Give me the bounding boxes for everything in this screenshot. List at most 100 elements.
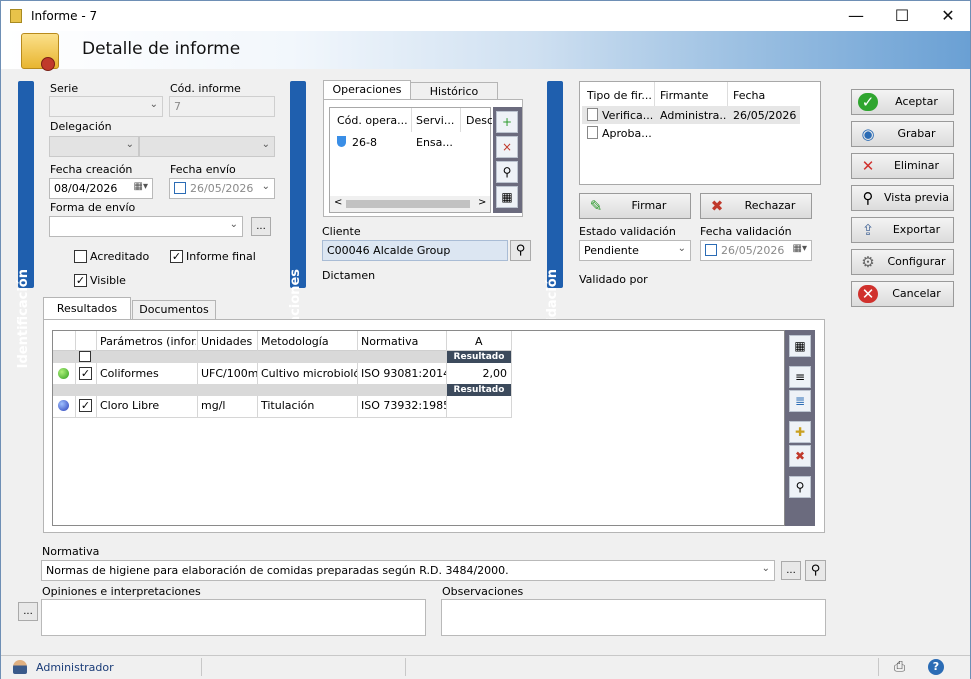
firmar-label: Firmar bbox=[631, 199, 667, 212]
cod-informe-field[interactable]: 7 bbox=[169, 96, 275, 117]
acreditado-checkbox[interactable] bbox=[74, 250, 87, 263]
rechazar-button[interactable]: ✖ Rechazar bbox=[700, 193, 812, 219]
table-cell[interactable]: Verifica... bbox=[602, 109, 654, 122]
tab-operaciones[interactable]: Operaciones bbox=[323, 80, 411, 100]
page-title: Detalle de informe bbox=[82, 39, 241, 59]
observaciones-textarea[interactable] bbox=[441, 599, 826, 636]
scroll-right-icon[interactable]: > bbox=[478, 197, 486, 208]
normativa-select[interactable]: Normas de higiene para elaboración de co… bbox=[41, 560, 775, 581]
column-header[interactable]: Servi... bbox=[416, 114, 460, 127]
row-checkbox[interactable]: ✓ bbox=[79, 399, 92, 412]
opiniones-textarea[interactable] bbox=[41, 599, 426, 636]
table-cell[interactable]: Ensa... bbox=[416, 136, 460, 149]
fecha-envio-checkbox[interactable] bbox=[174, 182, 186, 194]
preview-icon: ⚲ bbox=[862, 189, 874, 207]
cliente-field[interactable]: C00046 Alcalde Group bbox=[322, 240, 508, 261]
fecha-envio-field[interactable]: 26/05/2026 ⌄ bbox=[169, 178, 275, 199]
informe-final-checkbox[interactable]: ✓ bbox=[170, 250, 183, 263]
column-header[interactable]: Fecha bbox=[733, 89, 801, 102]
add-item-icon[interactable]: ✚ bbox=[789, 421, 811, 443]
window-title: Informe - 7 bbox=[31, 9, 98, 23]
seal-icon bbox=[41, 57, 55, 71]
table-cell[interactable]: Aproba... bbox=[602, 127, 652, 140]
delegacion-select-1[interactable]: ⌄ bbox=[49, 136, 139, 157]
visible-checkbox[interactable]: ✓ bbox=[74, 274, 87, 287]
column-header[interactable]: Normativa bbox=[361, 335, 418, 348]
result-value[interactable]: 2,00 bbox=[451, 367, 508, 380]
serie-select[interactable]: ⌄ bbox=[49, 96, 163, 117]
calendar-icon[interactable]: ▦▾ bbox=[793, 243, 807, 254]
configurar-button[interactable]: ⚙ Configurar bbox=[851, 249, 954, 275]
column-header[interactable]: Firmante bbox=[660, 89, 728, 102]
column-header[interactable]: Metodología bbox=[261, 335, 329, 348]
add-document-icon[interactable]: + bbox=[496, 111, 518, 133]
minimize-button[interactable]: — bbox=[833, 1, 879, 31]
column-divider bbox=[96, 331, 97, 417]
scroll-thumb[interactable] bbox=[346, 200, 470, 208]
column-header[interactable]: Cód. opera... bbox=[337, 114, 411, 127]
column-divider bbox=[75, 331, 76, 417]
maximize-button[interactable]: ☐ bbox=[879, 1, 925, 31]
table-cell[interactable]: 26/05/2026 bbox=[733, 109, 796, 122]
aceptar-button[interactable]: ✓ Aceptar bbox=[851, 89, 954, 115]
fecha-validacion-field[interactable]: 26/05/2026 ▦▾ bbox=[700, 240, 812, 261]
column-header[interactable]: Parámetros (infor... bbox=[100, 335, 196, 348]
calendar-icon[interactable]: ▦▾ bbox=[134, 181, 148, 192]
fecha-creacion-field[interactable]: 08/04/2026 ▦▾ bbox=[49, 178, 153, 199]
search-icon[interactable]: ⚲ bbox=[789, 476, 811, 498]
remove-item-icon[interactable]: ✖ bbox=[789, 445, 811, 467]
forma-envio-select[interactable]: ⌄ bbox=[49, 216, 243, 237]
rechazar-label: Rechazar bbox=[744, 199, 796, 212]
table-cell[interactable]: Cultivo microbioló... bbox=[261, 367, 357, 380]
table-cell[interactable]: ISO 93081:2014 bbox=[361, 367, 446, 380]
normativa-more-button[interactable]: ... bbox=[781, 561, 801, 580]
table-cell[interactable]: Administra... bbox=[660, 109, 726, 122]
table-cell[interactable]: Coliformes bbox=[100, 367, 159, 380]
delegacion-select-2[interactable]: ⌄ bbox=[139, 136, 275, 157]
chevron-down-icon: ⌄ bbox=[761, 563, 770, 574]
eliminar-button[interactable]: ✕ Eliminar bbox=[851, 153, 954, 179]
row-checkbox[interactable]: ✓ bbox=[79, 367, 92, 380]
estado-validacion-select[interactable]: Pendiente ⌄ bbox=[579, 240, 691, 261]
exportar-button[interactable]: ⇪ Exportar bbox=[851, 217, 954, 243]
vista-previa-button[interactable]: ⚲ Vista previa bbox=[851, 185, 954, 211]
normativa-search-button[interactable]: ⚲ bbox=[805, 560, 826, 581]
firmar-button[interactable]: ✎ Firmar bbox=[579, 193, 691, 219]
table-cell[interactable]: mg/l bbox=[201, 399, 225, 412]
tab-historico[interactable]: Histórico bbox=[410, 82, 498, 100]
column-header[interactable]: Desc bbox=[466, 114, 492, 127]
align-icon[interactable]: ≣ bbox=[789, 390, 811, 412]
search-icon[interactable]: ⚲ bbox=[496, 161, 518, 183]
delete-document-icon[interactable]: × bbox=[496, 136, 518, 158]
cliente-search-button[interactable]: ⚲ bbox=[510, 240, 531, 261]
table-cell[interactable]: ISO 73932:1985 bbox=[361, 399, 446, 412]
cancelar-button[interactable]: ✕ Cancelar bbox=[851, 281, 954, 307]
grabar-button[interactable]: ◉ Grabar bbox=[851, 121, 954, 147]
close-button[interactable]: ✕ bbox=[925, 1, 971, 31]
grid-icon[interactable]: ▦ bbox=[496, 186, 518, 208]
scroll-left-icon[interactable]: < bbox=[334, 197, 342, 208]
tab-documentos[interactable]: Documentos bbox=[132, 300, 216, 320]
column-header[interactable]: Unidades bbox=[201, 335, 252, 348]
horizontal-scrollbar[interactable]: < > bbox=[330, 196, 490, 212]
row-checkbox[interactable] bbox=[79, 351, 91, 362]
chevron-down-icon: ⌄ bbox=[149, 99, 158, 110]
chevron-down-icon: ⌄ bbox=[677, 243, 686, 254]
reject-document-icon: ✖ bbox=[710, 197, 724, 215]
fecha-validacion-checkbox[interactable] bbox=[705, 244, 717, 256]
help-icon[interactable]: ? bbox=[928, 659, 944, 675]
tab-resultados[interactable]: Resultados bbox=[43, 297, 131, 320]
table-cell[interactable]: Cloro Libre bbox=[100, 399, 159, 412]
column-header[interactable]: Tipo de fir... bbox=[587, 89, 655, 102]
table-cell[interactable]: 26-8 bbox=[352, 136, 377, 149]
list-icon[interactable]: ≡ bbox=[789, 366, 811, 388]
opiniones-more-button[interactable]: ... bbox=[18, 602, 38, 621]
grid-icon[interactable]: ▦ bbox=[789, 335, 811, 357]
printer-icon[interactable]: ⎙ bbox=[894, 659, 905, 675]
column-header[interactable]: A bbox=[475, 335, 483, 348]
table-cell[interactable]: Titulación bbox=[261, 399, 314, 412]
header-banner: Detalle de informe bbox=[1, 31, 970, 71]
status-bar: Administrador ⎙ ? bbox=[1, 655, 970, 679]
table-cell[interactable]: UFC/100ml bbox=[201, 367, 257, 380]
forma-envio-more-button[interactable]: ... bbox=[251, 217, 271, 236]
